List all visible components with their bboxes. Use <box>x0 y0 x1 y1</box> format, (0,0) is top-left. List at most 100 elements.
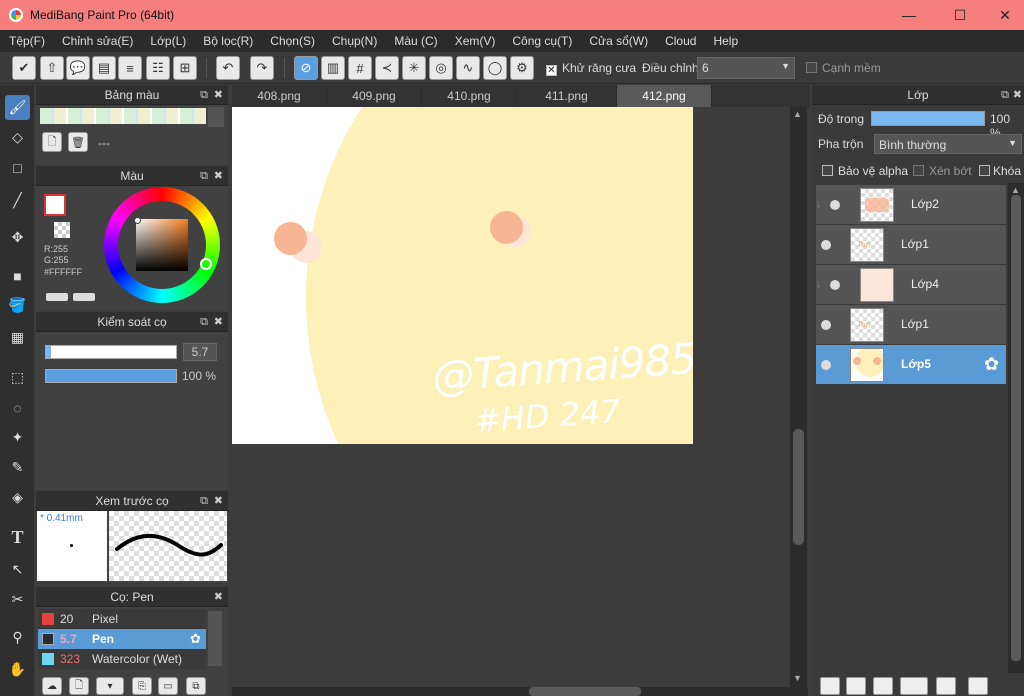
popout-icon[interactable]: ⧉ <box>1001 85 1009 105</box>
duplicate-icon[interactable]: ⧉ <box>186 677 206 695</box>
eyedropper-tool-icon[interactable]: ⚲ <box>5 625 30 650</box>
snap-off-icon[interactable]: ⊘ <box>294 56 318 80</box>
snap-settings-icon[interactable]: ⚙ <box>510 56 534 80</box>
popout-icon[interactable]: ⧉ <box>200 312 208 332</box>
redo-icon[interactable]: ↷ <box>250 56 274 80</box>
menu-file[interactable]: Tệp(F) <box>0 30 53 52</box>
layer-row[interactable]: Tan Lớp1 <box>816 305 1006 345</box>
eye-icon[interactable] <box>821 240 831 250</box>
scroll-up-arrow[interactable]: ▲ <box>793 109 802 119</box>
fill-rect-tool-icon[interactable]: ■ <box>5 263 30 288</box>
move-tool-icon[interactable]: ✥ <box>5 225 30 250</box>
text-tool-icon[interactable]: T <box>5 525 30 550</box>
protect-alpha-checkbox[interactable] <box>822 165 833 179</box>
tab-411[interactable]: 411.png <box>517 85 617 107</box>
select-rect-tool-icon[interactable]: ⬚ <box>5 365 30 390</box>
popout-icon[interactable]: ⧉ <box>200 166 208 186</box>
eye-icon[interactable] <box>830 200 840 210</box>
close-panel-icon[interactable]: ✖ <box>214 587 223 607</box>
menu-window[interactable]: Cửa sổ(W) <box>580 30 656 52</box>
line-tool-icon[interactable]: ╱ <box>5 188 30 213</box>
folder-icon[interactable]: ▭ <box>158 677 178 695</box>
brush-size-value[interactable]: 5.7 <box>183 343 217 361</box>
gear-icon[interactable]: ✿ <box>190 631 201 647</box>
foreground-color[interactable] <box>44 194 66 216</box>
brush-opacity-slider[interactable] <box>45 369 177 383</box>
sv-picker-handle[interactable] <box>134 217 141 224</box>
color-tool-button[interactable] <box>46 293 68 301</box>
brush-tool-icon[interactable]: 🖌 <box>5 95 30 120</box>
layer-row[interactable]: Tan Lớp1 <box>816 225 1006 265</box>
comment-icon[interactable]: ▤ <box>92 56 116 80</box>
canvas-image[interactable]: @Tanmai985 #HD 247 <box>232 107 693 444</box>
close-panel-icon[interactable]: ✖ <box>214 166 223 186</box>
close-panel-icon[interactable]: ✖ <box>214 85 223 105</box>
menu-select[interactable]: Chọn(S) <box>261 30 323 52</box>
duplicate-layer-icon[interactable] <box>968 677 988 695</box>
close-panel-icon[interactable]: ✖ <box>1013 85 1022 105</box>
layer-folder-icon[interactable] <box>936 677 956 695</box>
popout-icon[interactable]: ⧉ <box>200 85 208 105</box>
menu-cloud[interactable]: Cloud <box>656 30 704 52</box>
ellipse-snap-icon[interactable]: ◯ <box>483 56 507 80</box>
select-pen-tool-icon[interactable]: ✎ <box>5 455 30 480</box>
brush-item-selected[interactable]: 5.7 Pen ✿ <box>38 629 206 649</box>
lock-checkbox[interactable] <box>979 165 990 179</box>
brush-item[interactable]: 20 Pixel <box>38 609 206 629</box>
menu-color[interactable]: Màu (C) <box>385 30 445 52</box>
operation-tool-icon[interactable]: ↖ <box>5 557 30 582</box>
horizontal-scroll-thumb[interactable] <box>529 687 641 696</box>
menu-tools[interactable]: Công cụ(T) <box>503 30 580 52</box>
layer-opacity-slider[interactable] <box>871 111 985 126</box>
tab-412[interactable]: 412.png <box>617 85 712 107</box>
gradient-tool-icon[interactable]: ▦ <box>5 325 30 350</box>
vertical-scroll-thumb[interactable] <box>793 429 804 545</box>
eye-icon[interactable] <box>821 320 831 330</box>
menu-filter[interactable]: Bộ lọc(R) <box>194 30 261 52</box>
grid-snap-icon[interactable]: # <box>348 56 372 80</box>
brush-size-slider[interactable] <box>45 345 177 359</box>
lasso-tool-icon[interactable]: ◌ <box>5 395 30 420</box>
hue-picker-handle[interactable] <box>200 258 212 270</box>
color-tool-button[interactable] <box>73 293 95 301</box>
layer-row[interactable]: ↓ Lớp4 <box>816 265 1006 305</box>
antialias-checkbox[interactable]: ✕ <box>546 62 557 76</box>
close-panel-icon[interactable]: ✖ <box>214 312 223 332</box>
eye-icon[interactable] <box>830 280 840 290</box>
delete-palette-icon[interactable]: 🗑 <box>68 132 88 152</box>
maximize-button[interactable]: ☐ <box>937 0 983 30</box>
radial-snap-icon[interactable]: ≺ <box>375 56 399 80</box>
page-manage-icon[interactable]: ⊞ <box>173 56 197 80</box>
layers-scrollbar[interactable]: ▲ <box>1008 183 1024 673</box>
add-layer-menu-icon[interactable] <box>900 677 928 695</box>
hand-tool-icon[interactable]: ✋ <box>5 657 30 682</box>
palette-scrollbar[interactable] <box>208 107 224 127</box>
page-icon[interactable]: ≡ <box>118 56 142 80</box>
background-color[interactable] <box>54 222 70 238</box>
color-swatch-grid[interactable] <box>40 108 206 124</box>
brush-menu-icon[interactable]: ▾ <box>96 677 124 695</box>
layer-row[interactable]: ↓ Lớp2 <box>816 185 1006 225</box>
layer-row-selected[interactable]: Lớp5 ✿ <box>816 345 1006 385</box>
magic-wand-tool-icon[interactable]: ✦ <box>5 425 30 450</box>
canvas-horizontal-scrollbar[interactable] <box>232 687 808 696</box>
correction-select[interactable]: 6 ▼ <box>697 57 795 79</box>
undo-icon[interactable]: ↶ <box>216 56 240 80</box>
close-panel-icon[interactable]: ✖ <box>214 491 223 511</box>
scroll-up-arrow[interactable]: ▲ <box>1011 185 1020 195</box>
soft-edge-checkbox[interactable] <box>806 62 817 76</box>
layers-scroll-thumb[interactable] <box>1011 195 1021 661</box>
eye-icon[interactable] <box>821 360 831 370</box>
select-eraser-tool-icon[interactable]: ◈ <box>5 485 30 510</box>
clip-checkbox[interactable] <box>913 165 924 179</box>
brush-item[interactable]: 323 Watercolor (Wet) <box>38 649 206 669</box>
brush-copy-icon[interactable]: ⎘ <box>132 677 152 695</box>
new-palette-icon[interactable]: 🗋 <box>42 132 62 152</box>
new-layer-icon[interactable] <box>820 677 840 695</box>
blend-mode-select[interactable]: Bình thường ▼ <box>874 134 1022 154</box>
menu-snap[interactable]: Chụp(N) <box>323 30 385 52</box>
focus-snap-icon[interactable]: ✳ <box>402 56 426 80</box>
new-8bit-layer-icon[interactable] <box>846 677 866 695</box>
eraser-tool-icon[interactable]: ◇ <box>5 125 30 150</box>
gear-icon[interactable]: ✿ <box>984 354 999 375</box>
